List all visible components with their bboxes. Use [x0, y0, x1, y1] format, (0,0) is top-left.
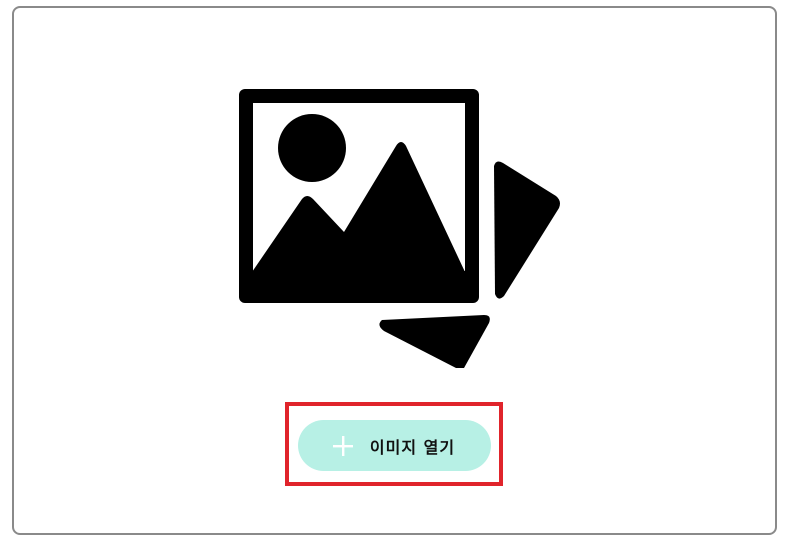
- open-image-button[interactable]: 이미지 열기: [298, 420, 491, 471]
- open-image-button-label: 이미지 열기: [369, 437, 456, 457]
- image-gallery-icon: [236, 86, 566, 372]
- plus-icon: [330, 433, 356, 459]
